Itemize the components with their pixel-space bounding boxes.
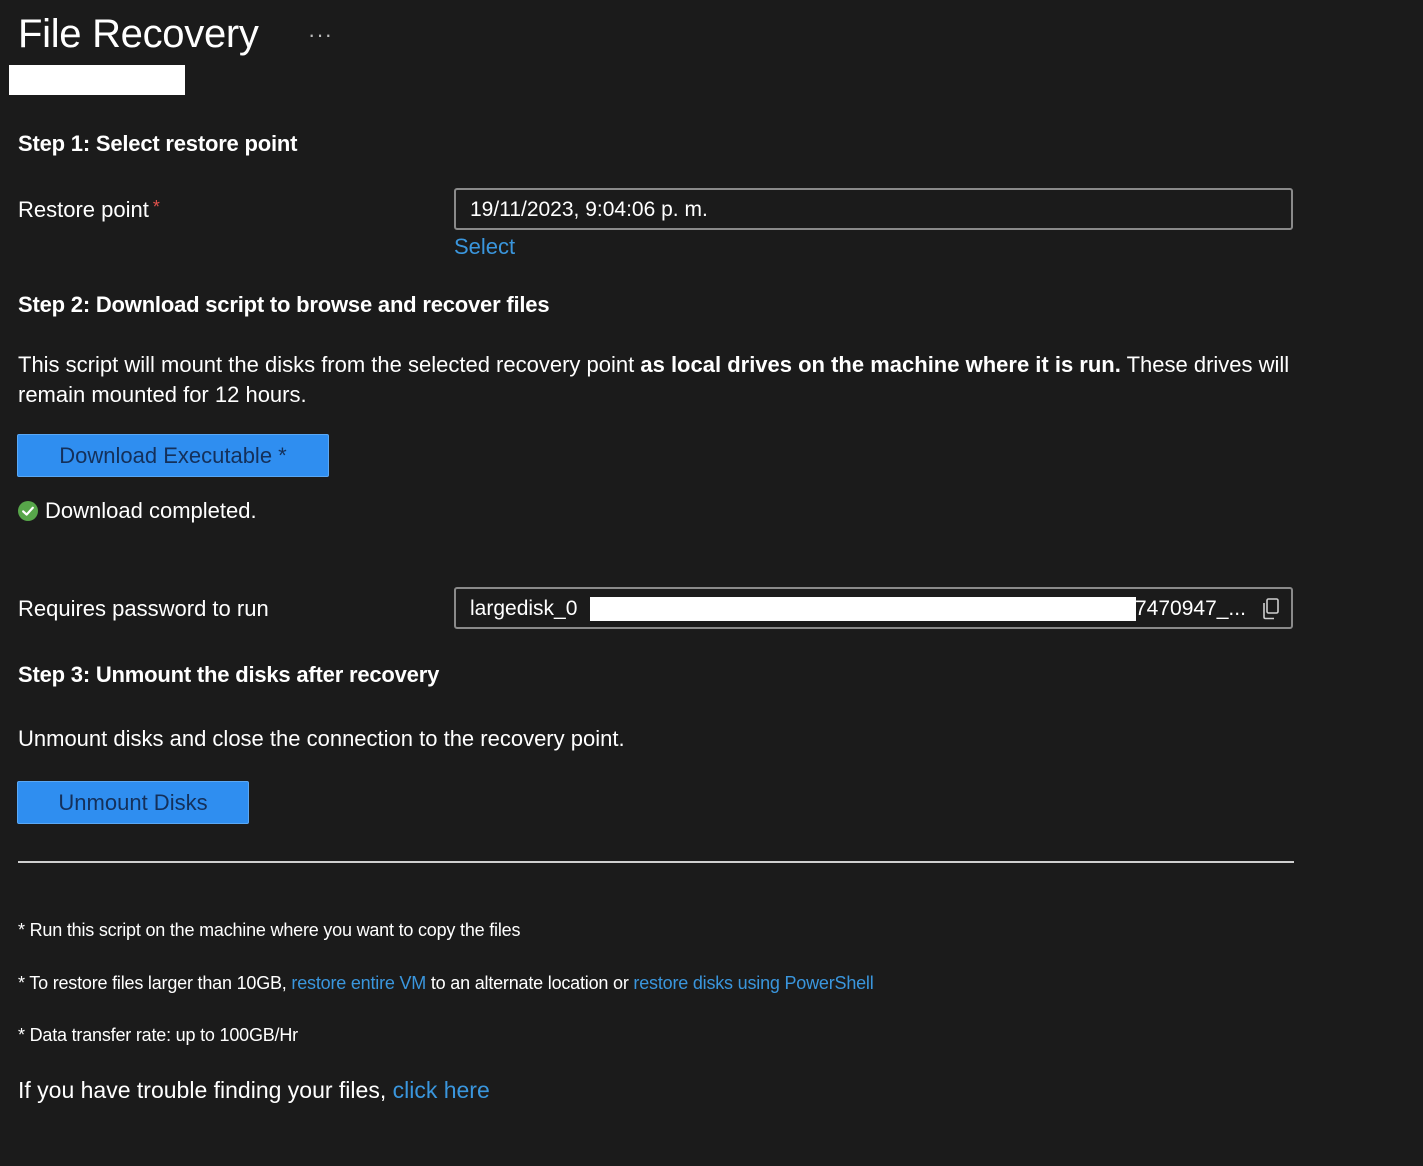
- password-field[interactable]: largedisk_0 7470947_...: [454, 587, 1293, 629]
- redacted-password: [590, 597, 1136, 621]
- restore-point-label: Restore point *: [18, 197, 160, 223]
- select-restore-point-link[interactable]: Select: [454, 234, 515, 260]
- required-indicator: *: [152, 197, 160, 217]
- step3-heading: Step 3: Unmount the disks after recovery: [18, 662, 440, 687]
- restore-point-value: 19/11/2023, 9:04:06 p. m.: [470, 198, 708, 221]
- restore-point-field[interactable]: 19/11/2023, 9:04:06 p. m.: [454, 188, 1293, 230]
- step3-description: Unmount disks and close the connection t…: [18, 726, 625, 751]
- page-title: File Recovery: [18, 12, 259, 56]
- unmount-disks-label: Unmount Disks: [58, 790, 208, 815]
- restore-disks-powershell-link[interactable]: restore disks using PowerShell: [633, 973, 873, 993]
- click-here-link[interactable]: click here: [393, 1077, 490, 1103]
- step2-description-part1: This script will mount the disks from th…: [18, 352, 641, 377]
- download-status-text: Download completed.: [45, 498, 257, 523]
- trouble-finding-files: If you have trouble finding your files, …: [18, 1077, 490, 1104]
- download-status: Download completed.: [18, 498, 257, 524]
- password-suffix: 7470947_...: [1135, 597, 1246, 620]
- more-options-button[interactable]: ···: [308, 22, 333, 48]
- footnote-large-files-text1: * To restore files larger than 10GB,: [18, 973, 292, 993]
- redacted-subtitle: [9, 65, 185, 95]
- divider: [18, 861, 1294, 863]
- step2-description: This script will mount the disks from th…: [18, 350, 1308, 410]
- footnote-run-script: * Run this script on the machine where y…: [18, 920, 521, 940]
- check-circle-icon: [18, 501, 38, 521]
- unmount-disks-button[interactable]: Unmount Disks: [17, 781, 249, 824]
- restore-point-label-text: Restore point: [18, 197, 149, 222]
- footnote-large-files-text2: to an alternate location or: [426, 973, 634, 993]
- copy-icon[interactable]: [1260, 597, 1282, 621]
- step2-heading: Step 2: Download script to browse and re…: [18, 292, 550, 317]
- step2-description-bold: as local drives on the machine where it …: [640, 352, 1121, 377]
- footnote-large-files: * To restore files larger than 10GB, res…: [18, 973, 874, 994]
- restore-entire-vm-link[interactable]: restore entire VM: [291, 973, 426, 993]
- footnote-transfer-rate: * Data transfer rate: up to 100GB/Hr: [18, 1025, 298, 1045]
- password-prefix: largedisk_0: [470, 597, 578, 620]
- password-label: Requires password to run: [18, 596, 269, 621]
- download-executable-label: Download Executable *: [59, 443, 287, 468]
- step1-heading: Step 1: Select restore point: [18, 131, 298, 156]
- trouble-text: If you have trouble finding your files,: [18, 1077, 393, 1103]
- download-executable-button[interactable]: Download Executable *: [17, 434, 329, 477]
